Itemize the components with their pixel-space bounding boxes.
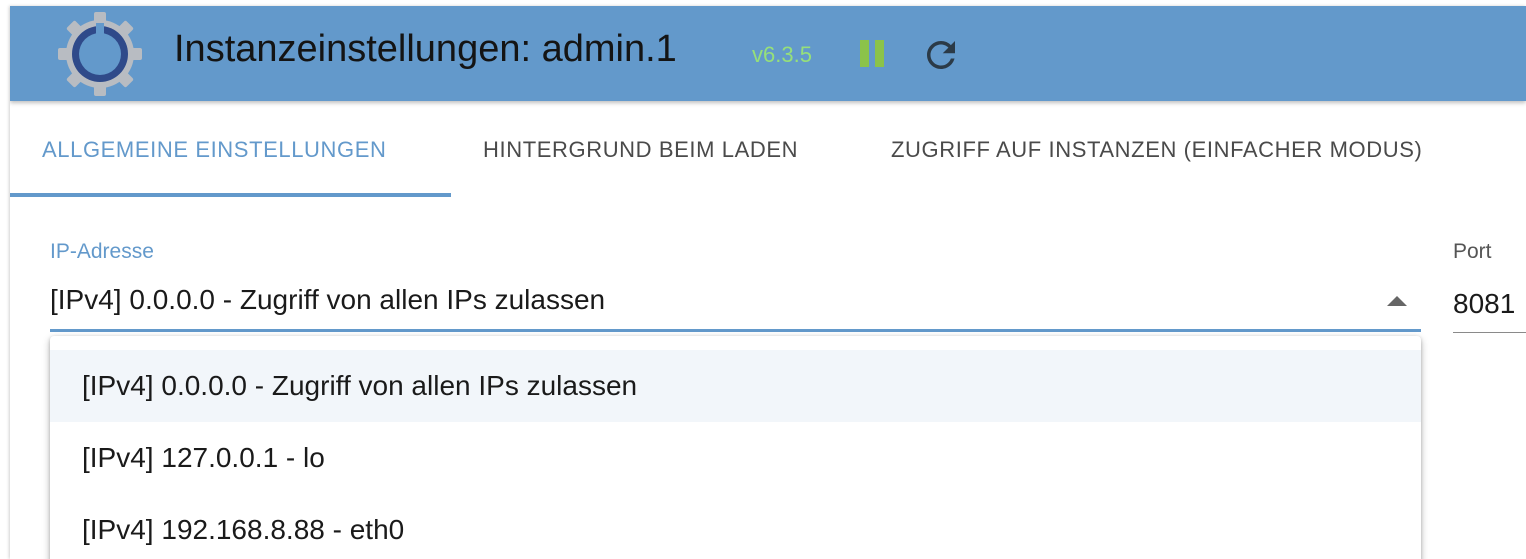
instance-settings-dialog: Instanzeinstellungen: admin.1 v6.3.5 ALL… xyxy=(10,6,1526,559)
port-input[interactable] xyxy=(1453,276,1526,333)
page-title: Instanzeinstellungen: admin.1 xyxy=(174,28,677,70)
reload-icon[interactable] xyxy=(920,34,962,76)
ip-address-value: [IPv4] 0.0.0.0 - Zugriff von allen IPs z… xyxy=(50,284,606,315)
tab-instance-access[interactable]: ZUGRIFF AUF INSTANZEN (EINFACHER MODUS) xyxy=(891,101,1422,198)
caret-up-icon xyxy=(1387,296,1407,306)
ip-address-options-menu: [IPv4] 0.0.0.0 - Zugriff von allen IPs z… xyxy=(50,336,1421,559)
ip-address-label: IP-Adresse xyxy=(50,240,154,263)
option-ip-eth0[interactable]: [IPv4] 192.168.8.88 - eth0 xyxy=(50,494,1421,559)
port-label: Port xyxy=(1453,240,1492,263)
pause-icon xyxy=(860,40,869,67)
tab-bar: ALLGEMEINE EINSTELLUNGEN HINTERGRUND BEI… xyxy=(10,101,1526,198)
ip-address-select[interactable]: [IPv4] 0.0.0.0 - Zugriff von allen IPs z… xyxy=(50,276,1421,332)
header-bar: Instanzeinstellungen: admin.1 v6.3.5 xyxy=(10,6,1526,101)
active-tab-indicator xyxy=(10,193,451,197)
gear-icon xyxy=(58,12,142,96)
version-badge: v6.3.5 xyxy=(752,42,812,67)
select-underline xyxy=(50,329,1421,332)
pause-button[interactable] xyxy=(856,36,888,70)
option-ip-all[interactable]: [IPv4] 0.0.0.0 - Zugriff von allen IPs z… xyxy=(50,350,1421,422)
tab-background-loading[interactable]: HINTERGRUND BEIM LADEN xyxy=(483,101,798,198)
option-ip-localhost[interactable]: [IPv4] 127.0.0.1 - lo xyxy=(50,422,1421,494)
tab-general-settings[interactable]: ALLGEMEINE EINSTELLUNGEN xyxy=(42,101,387,198)
